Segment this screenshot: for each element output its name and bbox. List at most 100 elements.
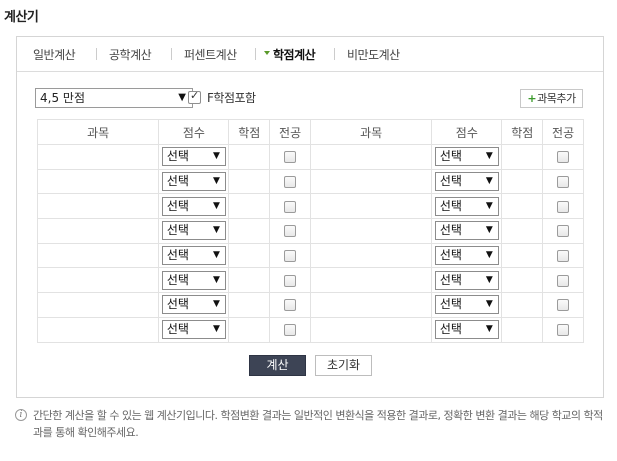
subject-cell[interactable]	[36, 316, 160, 343]
credit-cell[interactable]	[228, 193, 271, 220]
score-select[interactable]: 선택 ▼	[161, 320, 226, 340]
credit-cell[interactable]	[501, 267, 544, 294]
score-cell: 선택 ▼	[431, 218, 503, 244]
credit-cell[interactable]	[501, 144, 544, 170]
subject-cell[interactable]	[36, 242, 160, 269]
subject-cell[interactable]	[36, 267, 160, 294]
column-header-score: 점수	[158, 119, 230, 145]
major-checkbox[interactable]	[557, 225, 570, 238]
score-select-value: 선택	[166, 223, 189, 238]
column-header-score: 점수	[431, 119, 503, 145]
subject-cell[interactable]	[309, 218, 433, 244]
grade-table: 과목 점수 학점 전공 과목 점수 학점 전공 선택 ▼ 선택 ▼ 선택 ▼ 선택 ▼ 선택 ▼ 선…	[36, 119, 584, 343]
credit-cell[interactable]	[501, 168, 544, 195]
major-checkbox[interactable]	[284, 176, 297, 189]
subject-cell[interactable]	[36, 144, 160, 170]
tab-grade[interactable]: 학점계산	[273, 46, 316, 63]
score-select-value: 선택	[166, 198, 189, 213]
table-row: 선택 ▼ 선택 ▼	[36, 316, 584, 343]
score-select[interactable]: 선택 ▼	[161, 147, 226, 167]
score-select[interactable]: 선택 ▼	[434, 221, 499, 241]
major-checkbox[interactable]	[557, 176, 570, 189]
subject-cell[interactable]	[36, 218, 160, 244]
subject-cell[interactable]	[36, 292, 160, 318]
credit-cell[interactable]	[228, 144, 271, 170]
credit-cell[interactable]	[501, 193, 544, 220]
score-select[interactable]: 선택 ▼	[161, 221, 226, 241]
score-select-value: 선택	[166, 248, 189, 263]
tab-bmi[interactable]: 비만도계산	[347, 46, 400, 63]
credit-cell[interactable]	[228, 316, 271, 343]
major-checkbox[interactable]	[284, 274, 297, 287]
chevron-down-icon: ▼	[212, 176, 220, 187]
major-cell	[542, 168, 584, 195]
credit-cell[interactable]	[501, 242, 544, 269]
subject-cell[interactable]	[309, 168, 433, 195]
tab-general[interactable]: 일반계산	[33, 46, 76, 63]
calculate-button[interactable]: 계산	[249, 355, 306, 376]
major-checkbox[interactable]	[284, 324, 297, 337]
score-select[interactable]: 선택 ▼	[161, 246, 226, 266]
subject-cell[interactable]	[309, 292, 433, 318]
major-checkbox[interactable]	[284, 299, 297, 312]
subject-cell[interactable]	[36, 168, 160, 195]
add-subject-button[interactable]: +과목추가	[520, 89, 583, 108]
column-header-major: 전공	[542, 119, 584, 145]
reset-button[interactable]: 초기화	[315, 355, 372, 376]
score-select[interactable]: 선택 ▼	[434, 196, 499, 216]
subject-cell[interactable]	[309, 316, 433, 343]
score-select[interactable]: 선택 ▼	[434, 295, 499, 315]
tab-separator	[334, 48, 335, 60]
score-select-value: 선택	[166, 174, 189, 189]
score-select[interactable]: 선택 ▼	[161, 196, 226, 216]
score-cell: 선택 ▼	[158, 292, 230, 318]
major-checkbox[interactable]	[557, 250, 570, 263]
major-checkbox[interactable]	[284, 225, 297, 238]
chevron-down-icon: ▼	[485, 176, 493, 187]
tab-percent[interactable]: 퍼센트계산	[184, 46, 237, 63]
chevron-down-icon: ▼	[212, 225, 220, 236]
chevron-down-icon: ▼	[178, 92, 186, 103]
credit-cell[interactable]	[228, 267, 271, 294]
table-row: 선택 ▼ 선택 ▼	[36, 242, 584, 269]
subject-cell[interactable]	[309, 242, 433, 269]
credit-cell[interactable]	[501, 316, 544, 343]
score-select[interactable]: 선택 ▼	[434, 246, 499, 266]
score-select[interactable]: 선택 ▼	[161, 295, 226, 315]
tab-engineering[interactable]: 공학계산	[109, 46, 152, 63]
major-checkbox[interactable]	[557, 324, 570, 337]
score-select[interactable]: 선택 ▼	[434, 147, 499, 167]
subject-cell[interactable]	[309, 144, 433, 170]
credit-cell[interactable]	[501, 218, 544, 244]
column-header-major: 전공	[269, 119, 311, 145]
credit-cell[interactable]	[228, 292, 271, 318]
score-cell: 선택 ▼	[158, 316, 230, 343]
score-select-value: 선택	[439, 198, 462, 213]
active-tab-arrow-icon	[264, 51, 270, 55]
score-select[interactable]: 선택 ▼	[161, 270, 226, 290]
score-select-value: 선택	[166, 149, 189, 164]
table-header-row: 과목 점수 학점 전공 과목 점수 학점 전공	[36, 119, 584, 145]
score-select[interactable]: 선택 ▼	[161, 172, 226, 192]
major-checkbox[interactable]	[557, 151, 570, 164]
major-checkbox[interactable]	[557, 274, 570, 287]
credit-cell[interactable]	[501, 292, 544, 318]
credit-cell[interactable]	[228, 218, 271, 244]
major-checkbox[interactable]	[557, 299, 570, 312]
major-checkbox[interactable]	[284, 151, 297, 164]
score-select[interactable]: 선택 ▼	[434, 172, 499, 192]
chevron-down-icon: ▼	[212, 299, 220, 310]
score-select[interactable]: 선택 ▼	[434, 320, 499, 340]
credit-cell[interactable]	[228, 168, 271, 195]
f-grade-checkbox[interactable]: ✓	[188, 89, 201, 104]
subject-cell[interactable]	[309, 193, 433, 220]
subject-cell[interactable]	[36, 193, 160, 220]
credit-cell[interactable]	[228, 242, 271, 269]
major-checkbox[interactable]	[284, 200, 297, 213]
major-checkbox[interactable]	[557, 200, 570, 213]
grade-scale-select[interactable]: 4,5 만점 ▼	[35, 88, 193, 108]
major-cell	[269, 168, 311, 195]
score-select[interactable]: 선택 ▼	[434, 270, 499, 290]
major-checkbox[interactable]	[284, 250, 297, 263]
subject-cell[interactable]	[309, 267, 433, 294]
